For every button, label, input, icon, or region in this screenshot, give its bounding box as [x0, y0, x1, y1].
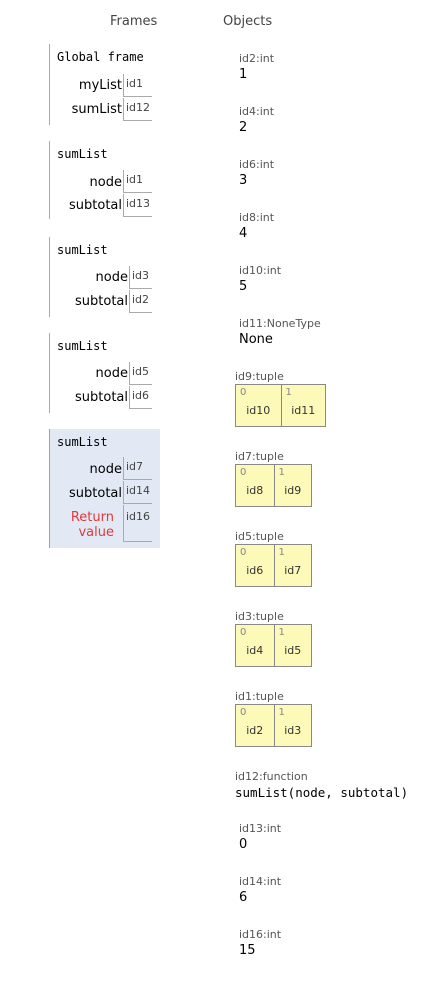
object-label: id13:int — [239, 822, 282, 835]
tuple-index: 1 — [278, 627, 285, 638]
tuple-cell: 0 id8 — [236, 465, 274, 506]
tuple-cell: 0 id6 — [236, 545, 274, 586]
tuple-object: 0 id4 1 id5 — [235, 624, 312, 667]
object-label: id9:tuple — [235, 370, 284, 383]
object-value: None — [239, 332, 273, 347]
object-value: 3 — [239, 173, 248, 188]
var-name-node: node — [95, 270, 128, 285]
tuple-value[interactable]: id9 — [275, 484, 312, 497]
tuple-value[interactable]: id11 — [282, 404, 326, 417]
tuple-cell: 1 id5 — [273, 625, 312, 666]
tuple-object: 0 id10 1 id11 — [235, 384, 326, 427]
tuple-index: 0 — [240, 467, 247, 478]
tuple-object: 0 id8 1 id9 — [235, 464, 312, 507]
var-ref-node[interactable]: id7 — [123, 457, 152, 480]
global-frame: Global frame myList id1 sumList id12 — [49, 44, 160, 125]
frame-name: sumList — [57, 339, 108, 353]
object-label: id2:int — [239, 52, 275, 65]
tuple-value[interactable]: id4 — [236, 644, 274, 657]
return-value-ref[interactable]: id16 — [123, 505, 152, 542]
object-label: id14:int — [239, 875, 282, 888]
tuple-cell: 0 id4 — [236, 625, 274, 666]
tuple-value[interactable]: id6 — [236, 564, 274, 577]
tuple-index: 0 — [240, 547, 247, 558]
tuple-object: 0 id6 1 id7 — [235, 544, 312, 587]
var-name-subtotal: subtotal — [75, 294, 128, 309]
object-value: 5 — [239, 279, 248, 294]
var-ref-mylist[interactable]: id1 — [123, 74, 152, 97]
var-ref-node[interactable]: id1 — [123, 170, 152, 193]
sumlist-frame-1: sumList node id1 subtotal id13 — [49, 141, 160, 219]
var-ref-subtotal[interactable]: id6 — [129, 386, 152, 409]
function-signature: sumList(node, subtotal) — [235, 785, 409, 800]
object-label: id1:tuple — [235, 690, 284, 703]
object-label: id16:int — [239, 928, 282, 941]
return-value-label: Return value — [70, 510, 114, 540]
sumlist-frame-3: sumList node id5 subtotal id6 — [49, 333, 160, 413]
frame-name: sumList — [57, 435, 108, 449]
tuple-value[interactable]: id2 — [236, 724, 274, 737]
var-ref-subtotal[interactable]: id13 — [123, 194, 152, 217]
object-value: 2 — [239, 120, 248, 135]
object-value: 1 — [239, 67, 248, 82]
tuple-index: 1 — [278, 467, 285, 478]
tuple-value[interactable]: id5 — [275, 644, 312, 657]
object-label: id3:tuple — [235, 610, 284, 623]
tuple-value[interactable]: id8 — [236, 484, 274, 497]
tuple-cell: 0 id10 — [236, 385, 281, 426]
object-value: 4 — [239, 226, 248, 241]
tuple-index: 1 — [285, 387, 292, 398]
object-value: 15 — [239, 943, 256, 958]
tuple-index: 0 — [240, 627, 247, 638]
object-label: id11:NoneType — [239, 317, 321, 330]
tuple-index: 0 — [240, 707, 247, 718]
var-ref-subtotal[interactable]: id14 — [123, 481, 152, 504]
tuple-cell: 1 id11 — [280, 385, 326, 426]
tuple-index: 1 — [278, 707, 285, 718]
sumlist-frame-active: sumList node id7 subtotal id14 Return va… — [49, 429, 160, 548]
object-label: id7:tuple — [235, 450, 284, 463]
object-label: id4:int — [239, 105, 275, 118]
var-ref-sumlist[interactable]: id12 — [123, 98, 152, 121]
var-name-node: node — [89, 175, 122, 190]
var-name-sumlist: sumList — [71, 102, 122, 117]
frame-name: sumList — [57, 243, 108, 257]
objects-header: Objects — [223, 14, 273, 29]
tuple-index: 1 — [278, 547, 285, 558]
var-ref-subtotal[interactable]: id2 — [129, 290, 152, 313]
tuple-value[interactable]: id3 — [275, 724, 312, 737]
tuple-object: 0 id2 1 id3 — [235, 704, 312, 747]
object-label: id5:tuple — [235, 530, 284, 543]
tuple-index: 0 — [240, 387, 247, 398]
object-label: id8:int — [239, 211, 275, 224]
sumlist-frame-2: sumList node id3 subtotal id2 — [49, 237, 160, 317]
var-name-subtotal: subtotal — [69, 486, 122, 501]
frame-name: sumList — [57, 147, 108, 161]
var-name-subtotal: subtotal — [69, 198, 122, 213]
object-label: id6:int — [239, 158, 275, 171]
tuple-cell: 0 id2 — [236, 705, 274, 746]
var-name-subtotal: subtotal — [75, 390, 128, 405]
var-ref-node[interactable]: id5 — [129, 362, 152, 385]
tuple-cell: 1 id3 — [273, 705, 312, 746]
object-value: 0 — [239, 837, 248, 852]
var-name-node: node — [95, 366, 128, 381]
tuple-value[interactable]: id7 — [275, 564, 312, 577]
frame-name: Global frame — [57, 50, 144, 64]
object-label: id12:function — [235, 770, 308, 783]
var-name-node: node — [89, 462, 122, 477]
var-name-mylist: myList — [78, 78, 122, 93]
object-value: 6 — [239, 890, 248, 905]
tuple-cell: 1 id7 — [273, 545, 312, 586]
var-ref-node[interactable]: id3 — [129, 266, 152, 289]
tuple-value[interactable]: id10 — [236, 404, 281, 417]
frames-header: Frames — [110, 14, 158, 29]
object-label: id10:int — [239, 264, 282, 277]
tuple-cell: 1 id9 — [273, 465, 312, 506]
